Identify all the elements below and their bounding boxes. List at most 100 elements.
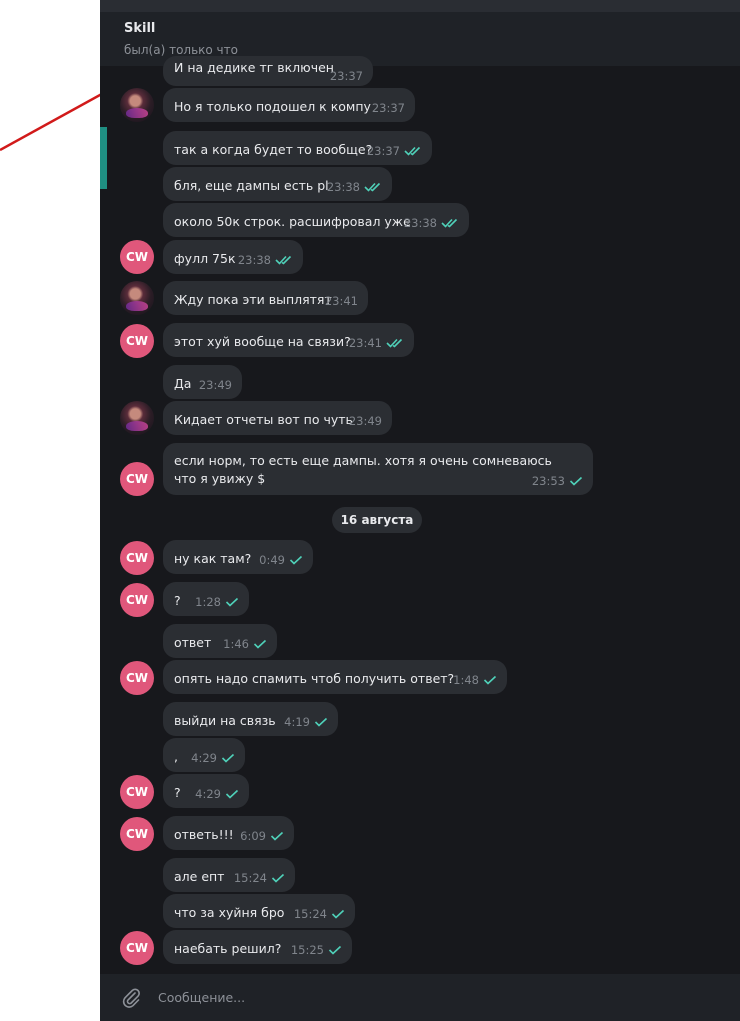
message-bubble[interactable]: И на дедике тг включен 23:37: [163, 56, 373, 86]
avatar[interactable]: [120, 281, 154, 315]
message-time: 15:25: [290, 943, 324, 957]
avatar[interactable]: [120, 401, 154, 435]
message-list[interactable]: И на дедике тг включен 23:37 Но я только…: [100, 56, 740, 974]
message-meta: 6:09: [240, 829, 284, 843]
message-time: 23:37: [371, 101, 405, 115]
message-input[interactable]: Сообщение...: [158, 990, 245, 1005]
message-time: 1:48: [453, 673, 479, 687]
message-time: 15:24: [293, 907, 327, 921]
message-text: наебать решил?: [174, 941, 282, 956]
message-meta: 23:41: [349, 336, 404, 350]
message-meta: 1:48: [453, 673, 497, 687]
avatar[interactable]: CW: [120, 817, 154, 851]
message-meta: 23:37: [330, 69, 363, 83]
avatar[interactable]: CW: [120, 661, 154, 695]
check-icon: [221, 753, 235, 763]
message-bubble[interactable]: ? 4:29: [163, 774, 249, 808]
message-meta: 23:53: [532, 474, 583, 488]
check-icon: [225, 789, 239, 799]
message-meta: 15:24: [234, 871, 285, 885]
message-text: ну как там?: [174, 551, 252, 566]
message-text: бля, еще дампы есть pl: [174, 178, 329, 193]
message-text: Жду пока эти выплятят: [174, 292, 332, 307]
avatar[interactable]: [120, 88, 154, 122]
message-meta: 23:37: [372, 101, 405, 115]
message-text: Да: [174, 376, 192, 391]
avatar[interactable]: CW: [120, 541, 154, 575]
avatar[interactable]: CW: [120, 240, 154, 274]
message-composer: Сообщение...: [100, 974, 740, 1021]
message-meta: 23:49: [199, 378, 232, 392]
message-text: ответь!!!: [174, 827, 234, 842]
date-separator: 16 августа: [332, 507, 422, 533]
avatar[interactable]: CW: [120, 583, 154, 617]
check-icon: [253, 639, 267, 649]
check-icon: [314, 717, 328, 727]
message-meta: 23:38: [404, 216, 459, 230]
message-bubble[interactable]: наебать решил? 15:25: [163, 930, 352, 964]
message-bubble[interactable]: Но я только подошел к компу 23:37: [163, 88, 415, 122]
message-time: 23:41: [348, 336, 382, 350]
message-meta: 23:38: [238, 253, 293, 267]
message-bubble[interactable]: около 50к строк. расшифровал уже 23:38: [163, 203, 469, 237]
message-bubble[interactable]: что за хуйня бро 15:24: [163, 894, 355, 928]
message-meta: 23:49: [349, 414, 382, 428]
check-icon: [331, 909, 345, 919]
message-meta: 23:38: [327, 180, 382, 194]
check-icon: [328, 945, 342, 955]
message-time: 1:28: [195, 595, 221, 609]
double-check-icon: [441, 218, 459, 228]
message-bubble[interactable]: если норм, то есть еще дампы. хотя я оче…: [163, 443, 593, 495]
message-time: 23:38: [237, 253, 271, 267]
message-text: опять надо спамить чтоб получить ответ?: [174, 671, 455, 686]
message-bubble[interactable]: этот хуй вообще на связи? 23:41: [163, 323, 414, 357]
message-bubble[interactable]: але епт 15:24: [163, 858, 295, 892]
message-meta: 15:24: [294, 907, 345, 921]
message-time: 4:29: [195, 787, 221, 801]
message-bubble[interactable]: ? 1:28: [163, 582, 249, 616]
message-bubble[interactable]: выйди на связь 4:19: [163, 702, 338, 736]
message-meta: 4:29: [195, 787, 239, 801]
message-bubble[interactable]: Да 23:49: [163, 365, 242, 399]
message-text: ?: [174, 785, 181, 800]
message-time: 4:19: [284, 715, 310, 729]
message-bubble[interactable]: опять надо спамить чтоб получить ответ? …: [163, 660, 507, 694]
message-bubble[interactable]: Кидает отчеты вот по чуть 23:49: [163, 401, 392, 435]
avatar[interactable]: CW: [120, 931, 154, 965]
message-text: фулл 75к: [174, 251, 236, 266]
message-text: около 50к строк. расшифровал уже: [174, 214, 411, 229]
message-time: 23:38: [403, 216, 437, 230]
message-time: 23:53: [531, 474, 565, 488]
message-text: ?: [174, 593, 181, 608]
message-meta: 1:46: [223, 637, 267, 651]
message-bubble[interactable]: ответ 1:46: [163, 624, 277, 658]
message-bubble[interactable]: Жду пока эти выплятят 23:41: [163, 281, 368, 315]
avatar[interactable]: CW: [120, 324, 154, 358]
message-bubble[interactable]: ответь!!! 6:09: [163, 816, 294, 850]
message-text: выйди на связь: [174, 713, 276, 728]
message-bubble[interactable]: так а когда будет то вообще? 23:37: [163, 131, 432, 165]
message-time: 6:09: [240, 829, 266, 843]
message-meta: 4:19: [284, 715, 328, 729]
message-meta: 15:25: [291, 943, 342, 957]
message-bubble[interactable]: фулл 75к 23:38: [163, 240, 303, 274]
check-icon: [569, 476, 583, 486]
message-time: 23:49: [348, 414, 382, 428]
message-time: 23:37: [366, 144, 400, 158]
message-bubble[interactable]: , 4:29: [163, 738, 245, 772]
avatar[interactable]: CW: [120, 462, 154, 496]
check-icon: [225, 597, 239, 607]
message-text: если норм, то есть еще дампы. хотя я оче…: [174, 453, 552, 486]
paperclip-attach-icon[interactable]: [120, 987, 142, 1013]
double-check-icon: [386, 338, 404, 348]
message-bubble[interactable]: ну как там? 0:49: [163, 540, 313, 574]
chat-title[interactable]: Skill: [124, 21, 155, 36]
message-text: Но я только подошел к компу: [174, 99, 371, 114]
message-bubble[interactable]: бля, еще дампы есть pl 23:38: [163, 167, 392, 201]
message-text: что за хуйня бро: [174, 905, 285, 920]
message-text: ответ: [174, 635, 212, 650]
double-check-icon: [364, 182, 382, 192]
window-top-strip: [100, 0, 740, 12]
message-text: так а когда будет то вообще?: [174, 142, 373, 157]
avatar[interactable]: CW: [120, 775, 154, 809]
